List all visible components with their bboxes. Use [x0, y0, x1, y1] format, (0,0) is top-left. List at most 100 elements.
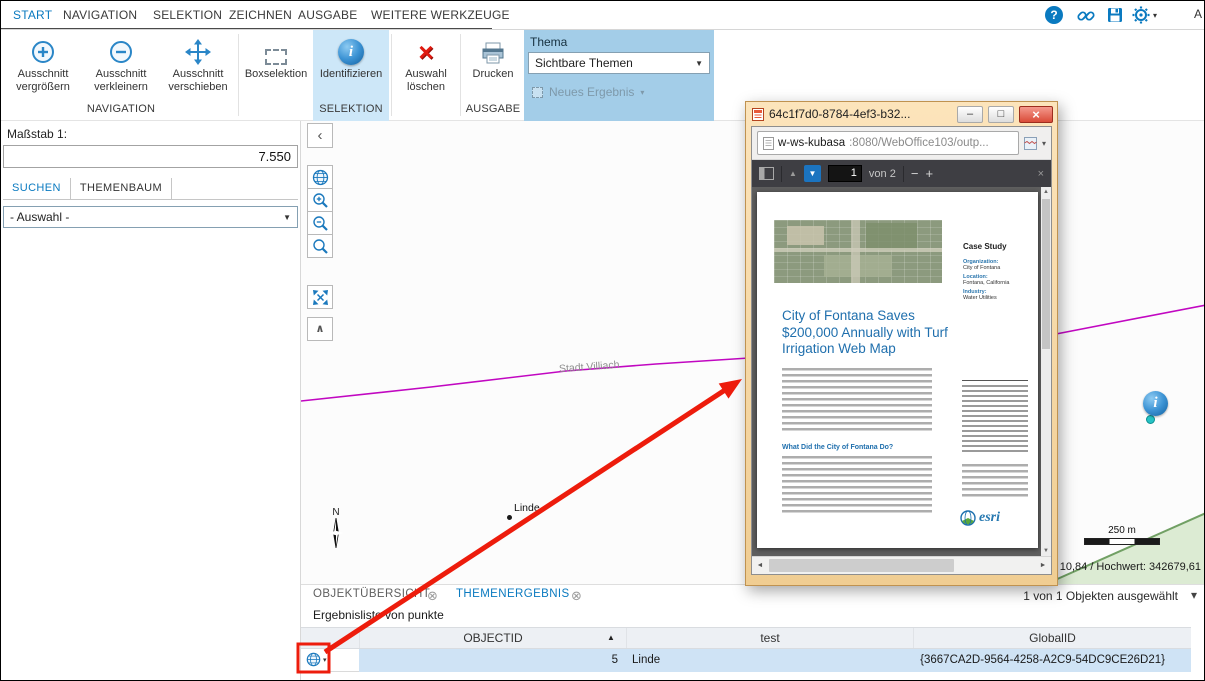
address-input[interactable]: w-ws-kubasa:8080/WebOffice103/outp...: [757, 131, 1019, 155]
compatibility-icon[interactable]: [1024, 137, 1037, 150]
print-button[interactable]: Drucken: [463, 32, 523, 102]
thema-select-value: Sichtbare Themen: [529, 56, 689, 70]
ribbon-group-navigation: NAVIGATION: [83, 103, 159, 115]
save-icon[interactable]: [1106, 6, 1124, 29]
left-panel-tabs: SUCHENTHEMENBAUM: [3, 178, 298, 200]
box-selection-icon: [241, 32, 311, 68]
link-icon[interactable]: [1076, 6, 1096, 31]
scalebar-bar: [1084, 538, 1160, 545]
zoom-out-extent-button[interactable]: Ausschnitt verkleinern: [83, 32, 159, 102]
tab-suchen[interactable]: SUCHEN: [3, 178, 71, 199]
zoom-in-extent-button[interactable]: Ausschnitt vergrößern: [5, 32, 81, 102]
ribbon-separator: [391, 34, 392, 116]
table-row[interactable]: ▾ 5 Linde {3667CA2D-9564-4258-A2C9-54DC9…: [301, 649, 1191, 672]
minimize-button[interactable]: –: [957, 106, 983, 123]
thema-select[interactable]: Sichtbare Themen ▼: [528, 52, 710, 74]
ribbon-group-ausgabe: AUSGABE: [463, 103, 523, 115]
vertical-scrollbar[interactable]: ▲ ▼: [1041, 187, 1051, 556]
scroll-right-icon[interactable]: ►: [1035, 562, 1051, 569]
sidebar-toggle-icon[interactable]: [759, 167, 774, 180]
collapse-panel-button[interactable]: ‹: [307, 123, 333, 148]
cell-globalid: {3667CA2D-9564-4258-A2C9-54DC9CE26D21}: [913, 649, 1191, 672]
menu-tab-navigation[interactable]: NAVIGATION: [63, 1, 137, 29]
pan-extent-label: Ausschnitt verschieben: [159, 68, 237, 94]
boundary-line-right: [1056, 305, 1205, 334]
zoom-out-extent-label: Ausschnitt verkleinern: [83, 68, 159, 94]
map-zoom-out-button[interactable]: [307, 211, 333, 235]
cell-test: Linde: [626, 649, 913, 672]
clear-selection-x-icon: ×: [393, 32, 459, 68]
map-zoom-window-button[interactable]: [307, 234, 333, 258]
box-selection-button[interactable]: Boxselektion: [241, 32, 311, 102]
expand-arrows-icon: [312, 289, 329, 306]
popup-title-bar[interactable]: 64c1f7d0-8784-4ef3-b32... – □ ×: [746, 102, 1057, 126]
tab-themenbaum[interactable]: THEMENBAUM: [71, 178, 172, 199]
clear-selection-button[interactable]: × Auswahl löschen: [393, 32, 459, 102]
pdf-next-page-button[interactable]: ▼: [804, 165, 821, 182]
menu-tab-selektion[interactable]: SELEKTION: [153, 1, 222, 29]
maximize-button[interactable]: □: [988, 106, 1014, 123]
column-header-globalid[interactable]: GlobalID: [913, 628, 1191, 648]
search-select[interactable]: - Auswahl - ▼: [3, 206, 298, 228]
vertical-scroll-thumb[interactable]: [1042, 199, 1050, 349]
scale-label: Maßstab 1:: [7, 127, 67, 141]
search-select-value: - Auswahl -: [4, 210, 277, 224]
map-toolbar-collapse-button[interactable]: ∧: [307, 317, 333, 341]
pdf-popup-window: 64c1f7d0-8784-4ef3-b32... – □ × w-ws-kub…: [745, 101, 1058, 586]
tab-objektuebersicht[interactable]: OBJEKTÜBERSICHT: [313, 588, 430, 605]
ribbon-group-selektion: SELEKTION: [313, 103, 389, 115]
settings-gear-icon[interactable]: ▾: [1132, 6, 1157, 24]
address-bar: w-ws-kubasa:8080/WebOffice103/outp... ▾: [752, 127, 1051, 160]
menu-tab-ausgabe[interactable]: AUSGABE: [298, 1, 357, 29]
pdf-viewport: Case Study Organization: City of Fontana…: [752, 187, 1051, 556]
menu-tab-zeichnen[interactable]: ZEICHNEN: [229, 1, 292, 29]
close-tab-icon[interactable]: ⊗: [427, 588, 438, 603]
chevron-down-icon: ▾: [323, 656, 327, 664]
map-zoom-in-button[interactable]: [307, 188, 333, 212]
menu-tab-start[interactable]: START: [13, 1, 52, 29]
horizontal-scroll-track[interactable]: [768, 557, 1035, 574]
scroll-left-icon[interactable]: ◄: [752, 562, 768, 569]
clear-selection-label: Auswahl löschen: [393, 68, 459, 94]
scale-input[interactable]: [3, 145, 298, 168]
tab-themenergebnis[interactable]: THEMENERGEBNIS: [456, 588, 570, 605]
selection-status: 1 von 1 Objekten ausgewählt: [1023, 589, 1178, 603]
chevron-left-icon: ‹: [318, 128, 323, 143]
scroll-down-icon[interactable]: ▼: [1041, 548, 1051, 554]
close-button[interactable]: ×: [1019, 106, 1053, 123]
esri-globe-icon: [960, 510, 976, 526]
help-icon[interactable]: [1045, 6, 1063, 24]
horizontal-scrollbar[interactable]: ◄ ►: [752, 556, 1051, 574]
pan-extent-icon: [159, 32, 237, 68]
toolbar-separator: [903, 166, 904, 182]
pdf-toolbar-close-icon[interactable]: ×: [1038, 168, 1044, 180]
sort-ascending-icon[interactable]: ▲: [607, 628, 615, 648]
new-result-button[interactable]: Neues Ergebnis ▾: [532, 85, 644, 99]
menu-tab-weitere-werkzeuge[interactable]: WEITERE WERKZEUGE: [371, 1, 510, 29]
pan-extent-button[interactable]: Ausschnitt verschieben: [159, 32, 237, 102]
case-study-kicker: Case Study: [963, 242, 1007, 251]
horizontal-scroll-thumb[interactable]: [769, 559, 954, 572]
zoom-to-feature-button[interactable]: ▾: [306, 652, 327, 667]
address-dropdown-icon[interactable]: ▾: [1042, 139, 1046, 148]
pdf-previous-page-button[interactable]: ▲: [789, 169, 797, 178]
menu-bar: START NAVIGATION SELEKTION ZEICHNEN AUSG…: [1, 1, 1204, 30]
map-full-extent-button[interactable]: [307, 285, 333, 309]
chevron-down-icon: ▼: [689, 59, 709, 68]
column-header-test[interactable]: test: [626, 628, 913, 648]
identify-result-marker: [1143, 391, 1168, 416]
toolbar-separator: [781, 166, 782, 182]
panel-collapse-icon[interactable]: ▾: [1191, 588, 1197, 602]
identify-button[interactable]: Identifizieren: [313, 32, 389, 102]
map-tool-overview-button[interactable]: [307, 165, 333, 189]
identify-tool-active-highlight: Identifizieren SELEKTION: [313, 30, 389, 121]
chevron-up-icon: ∧: [316, 324, 325, 335]
pdf-zoom-in-button[interactable]: +: [925, 166, 933, 181]
body-text-placeholder: [962, 464, 1028, 498]
column-header-objectid[interactable]: OBJECTID: [359, 628, 626, 648]
pdf-page-input[interactable]: 1: [828, 165, 862, 182]
pdf-zoom-out-button[interactable]: −: [911, 166, 919, 181]
close-tab-icon[interactable]: ⊗: [571, 588, 582, 603]
scroll-up-icon[interactable]: ▲: [1041, 189, 1051, 195]
printer-icon: [463, 32, 523, 68]
